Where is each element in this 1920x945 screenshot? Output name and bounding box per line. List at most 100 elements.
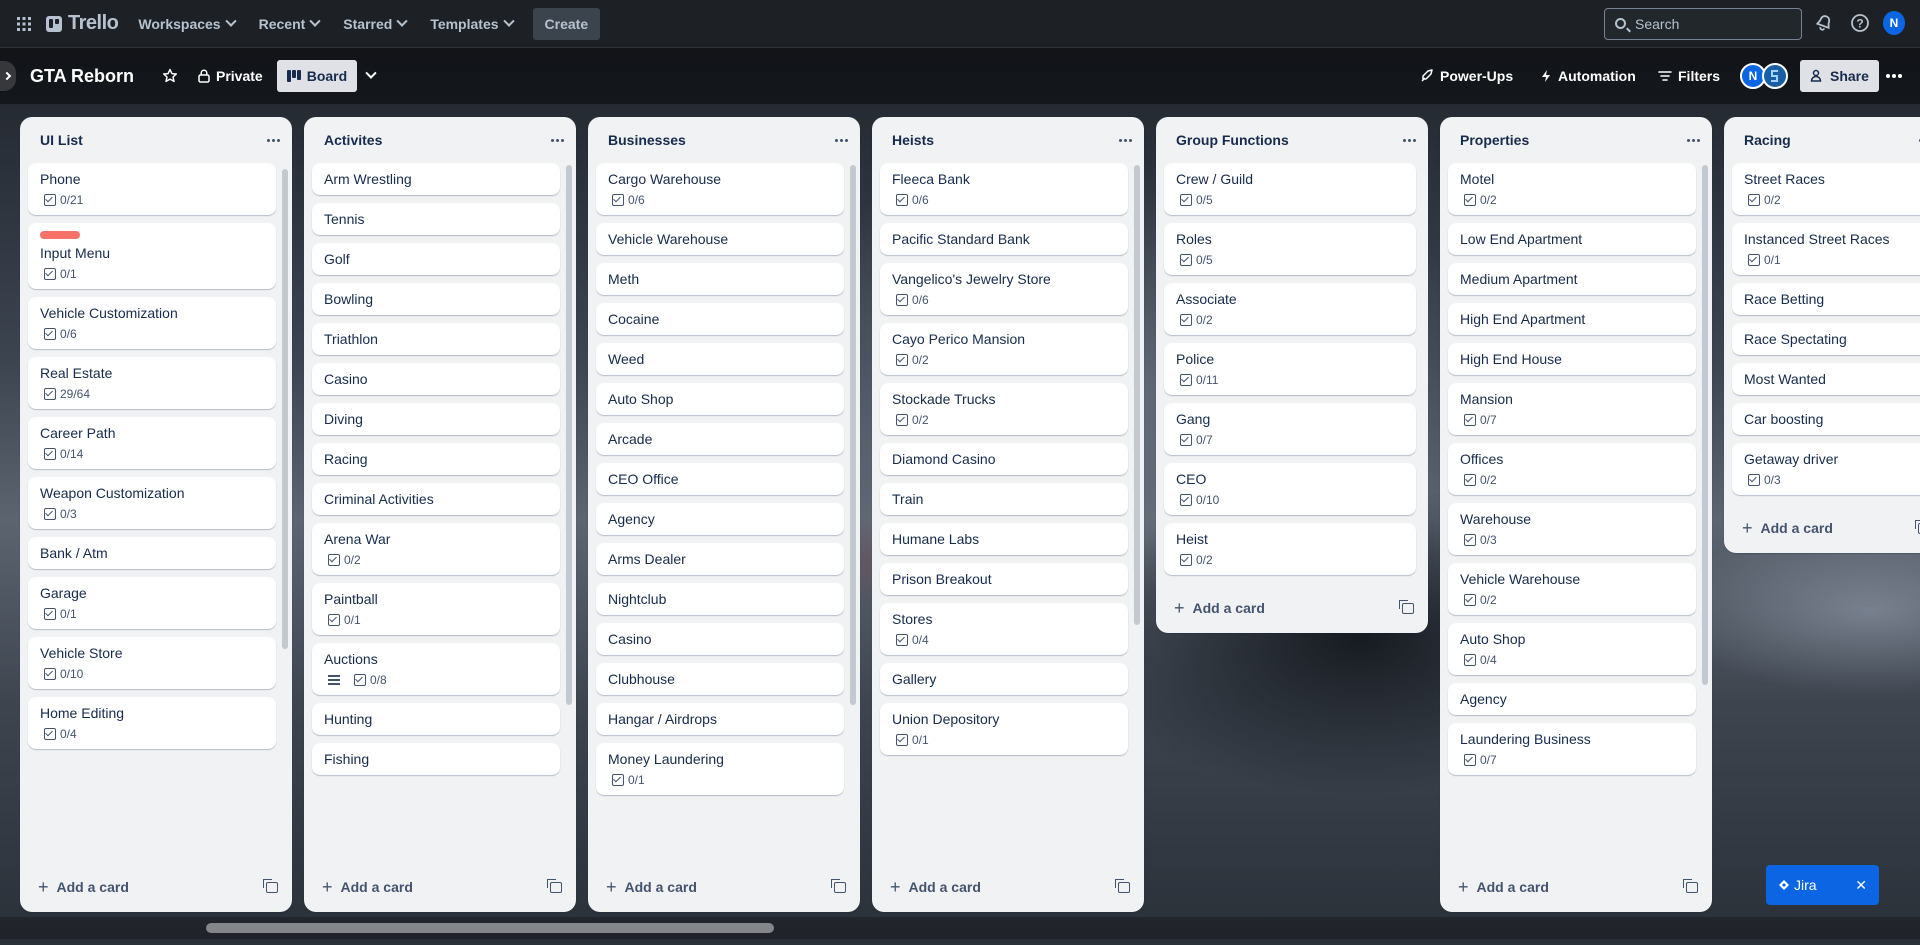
card[interactable]: Paintball 0/1 [312,583,560,635]
card[interactable]: Vehicle Customization 0/6 [28,297,276,349]
card[interactable]: Crew / Guild 0/5 [1164,163,1416,215]
card[interactable]: Cayo Perico Mansion 0/2 [880,323,1128,375]
card[interactable]: Motel 0/2 [1448,163,1696,215]
list-scrollbar[interactable] [1134,165,1140,625]
card[interactable]: Police 0/11 [1164,343,1416,395]
list-header[interactable]: Activites [304,117,576,163]
card[interactable]: Instanced Street Races 0/1 [1732,223,1920,275]
filters-button[interactable]: Filters [1658,60,1720,92]
add-card-button[interactable]: + Add a card [1742,519,1833,537]
card[interactable]: Nightclub [596,583,844,615]
list[interactable]: Businesses Cargo Warehouse 0/6 Vehicle War… [588,117,860,912]
card[interactable]: Associate 0/2 [1164,283,1416,335]
list-title[interactable]: Heists [892,132,934,148]
card[interactable]: Hangar / Airdrops [596,703,844,735]
card[interactable]: Auto Shop [596,383,844,415]
board-menu-button[interactable] [1886,60,1902,92]
workspaces-menu[interactable]: Workspaces [126,8,246,40]
card[interactable]: Mansion 0/7 [1448,383,1696,435]
create-from-template-icon[interactable] [547,878,562,893]
card[interactable]: Money Laundering 0/1 [596,743,844,795]
visibility-button[interactable]: Private [188,60,273,92]
list-scrollbar[interactable] [1702,165,1708,685]
list-header[interactable]: UI List [20,117,292,163]
card[interactable]: Laundering Business 0/7 [1448,723,1696,775]
card[interactable]: Diamond Casino [880,443,1128,475]
card[interactable]: Car boosting [1732,403,1920,435]
jira-widget[interactable]: Jira ✕ [1766,865,1879,905]
card[interactable]: Tennis [312,203,560,235]
card[interactable]: Vehicle Store 0/10 [28,637,276,689]
card[interactable]: Weed [596,343,844,375]
card[interactable]: Stores 0/4 [880,603,1128,655]
card[interactable]: Vangelico's Jewelry Store 0/6 [880,263,1128,315]
card[interactable]: Casino [312,363,560,395]
jira-open-button[interactable]: Jira [1778,877,1817,893]
list-title[interactable]: UI List [40,132,83,148]
card[interactable]: Stockade Trucks 0/2 [880,383,1128,435]
card[interactable]: Real Estate 29/64 [28,357,276,409]
list[interactable]: Properties Motel 0/2 Low End Apartment Medi… [1440,117,1712,912]
create-from-template-icon[interactable] [831,878,846,893]
list[interactable]: Group Functions Crew / Guild 0/5 Roles 0/5 A… [1156,117,1428,633]
card[interactable]: Racing [312,443,560,475]
board-view-button[interactable]: Board [276,60,358,92]
card[interactable]: High End Apartment [1448,303,1696,335]
card[interactable]: Medium Apartment [1448,263,1696,295]
list[interactable]: Racing Street Races 0/2 Instanced Street R… [1724,117,1920,553]
view-switcher-button[interactable] [357,60,385,92]
card[interactable]: Cargo Warehouse 0/6 [596,163,844,215]
search-input[interactable]: Search [1604,8,1802,40]
card-label-red[interactable] [40,231,80,239]
add-card-button[interactable]: + Add a card [38,878,129,896]
card[interactable]: Diving [312,403,560,435]
card[interactable]: Arena War 0/2 [312,523,560,575]
card[interactable]: Agency [1448,683,1696,715]
card[interactable]: Arcade [596,423,844,455]
list-menu-icon[interactable] [551,138,564,142]
sidebar-expand-button[interactable] [0,61,16,91]
card[interactable]: Getaway driver 0/3 [1732,443,1920,495]
list-menu-icon[interactable] [1687,138,1700,142]
board-horizontal-scrollbar[interactable] [0,917,1920,939]
card[interactable]: Heist 0/2 [1164,523,1416,575]
list[interactable]: Activites Arm Wrestling Tennis Golf Bowling… [304,117,576,912]
card[interactable]: Triathlon [312,323,560,355]
list-scrollbar[interactable] [566,165,572,705]
card[interactable]: Home Editing 0/4 [28,697,276,749]
help-icon[interactable]: ? [1849,12,1871,34]
card[interactable]: Agency [596,503,844,535]
card[interactable]: Prison Breakout [880,563,1128,595]
list-scrollbar[interactable] [282,169,288,649]
card[interactable]: Race Betting [1732,283,1920,315]
card[interactable]: Clubhouse [596,663,844,695]
card[interactable]: Humane Labs [880,523,1128,555]
scrollbar-thumb[interactable] [206,923,774,933]
card[interactable]: Union Depository 0/1 [880,703,1128,755]
card[interactable]: Fleeca Bank 0/6 [880,163,1128,215]
card[interactable]: Garage 0/1 [28,577,276,629]
list-menu-icon[interactable] [1403,138,1416,142]
list-title[interactable]: Group Functions [1176,132,1289,148]
card[interactable]: Street Races 0/2 [1732,163,1920,215]
list-title[interactable]: Racing [1744,132,1791,148]
create-from-template-icon[interactable] [1399,599,1414,614]
card[interactable]: Meth [596,263,844,295]
trello-logo[interactable]: Trello [46,12,119,35]
add-card-button[interactable]: + Add a card [606,878,697,896]
add-card-button[interactable]: + Add a card [890,878,981,896]
card[interactable]: Bowling [312,283,560,315]
card[interactable]: Vehicle Warehouse 0/2 [1448,563,1696,615]
add-card-button[interactable]: + Add a card [1458,878,1549,896]
card[interactable]: Race Spectating [1732,323,1920,355]
create-from-template-icon[interactable] [263,878,278,893]
list-menu-icon[interactable] [267,138,280,142]
card[interactable]: Golf [312,243,560,275]
add-card-button[interactable]: + Add a card [322,878,413,896]
list-menu-icon[interactable] [835,138,848,142]
card[interactable]: Pacific Standard Bank [880,223,1128,255]
create-button[interactable]: Create [532,7,601,40]
list-menu-icon[interactable] [1119,138,1132,142]
card[interactable]: Gang 0/7 [1164,403,1416,455]
list-header[interactable]: Group Functions [1156,117,1428,163]
